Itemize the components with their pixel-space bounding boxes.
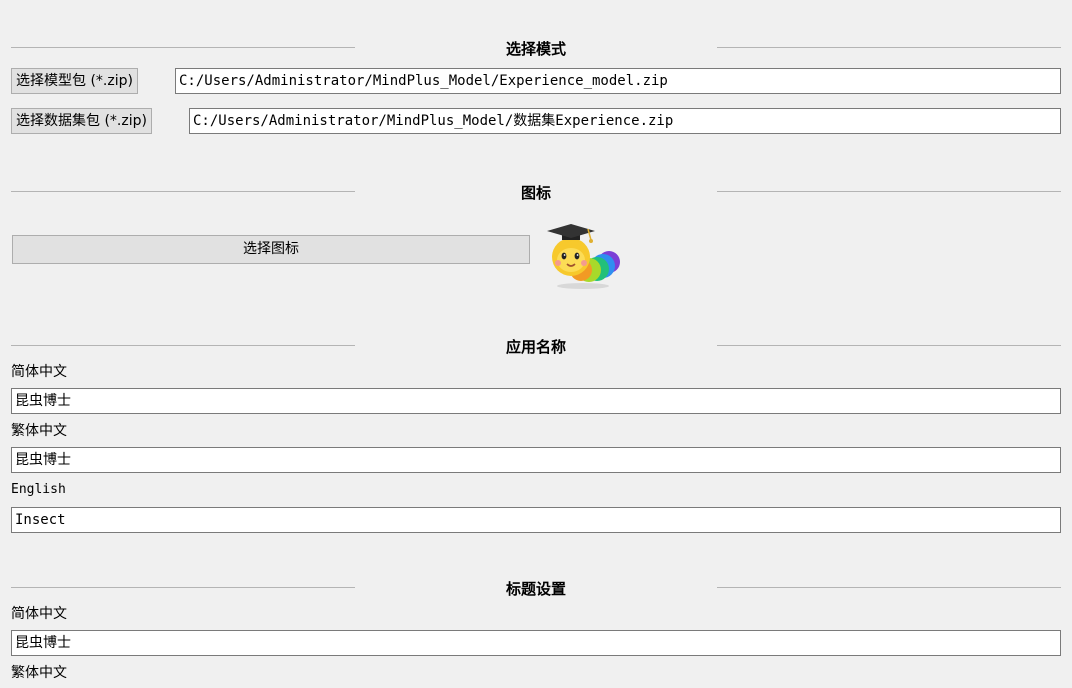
title-traditional-label: 繁体中文 xyxy=(11,665,67,681)
app-name-traditional-input[interactable]: 昆虫博士 xyxy=(11,447,1061,473)
select-model-button[interactable]: 选择模型包 (*.zip) xyxy=(11,68,138,94)
section-title-mode: 选择模式 xyxy=(505,40,566,58)
section-title-title-settings: 标题设置 xyxy=(505,580,566,598)
app-name-simplified-label: 简体中文 xyxy=(11,364,67,380)
app-name-english-input[interactable]: Insect xyxy=(11,507,1061,533)
app-name-traditional-label: 繁体中文 xyxy=(11,423,67,439)
app-name-english-label: English xyxy=(11,482,66,497)
select-dataset-button[interactable]: 选择数据集包 (*.zip) xyxy=(11,108,152,134)
title-simplified-input[interactable]: 昆虫博士 xyxy=(11,630,1061,656)
section-title-icon: 图标 xyxy=(520,184,551,202)
section-divider-right xyxy=(717,345,1061,346)
title-simplified-label: 简体中文 xyxy=(11,606,67,622)
section-divider-left xyxy=(11,191,355,192)
caterpillar-graduate-icon xyxy=(545,210,621,290)
section-title-app-name: 应用名称 xyxy=(505,338,566,356)
section-divider-right xyxy=(717,587,1061,588)
section-divider-right xyxy=(717,47,1061,48)
app-name-simplified-input[interactable]: 昆虫博士 xyxy=(11,388,1061,414)
section-divider-left xyxy=(11,345,355,346)
model-path-field[interactable]: C:/Users/Administrator/MindPlus_Model/Ex… xyxy=(175,68,1061,94)
section-divider-left xyxy=(11,47,355,48)
section-divider-left xyxy=(11,587,355,588)
select-icon-button[interactable]: 选择图标 xyxy=(12,235,530,264)
section-divider-right xyxy=(717,191,1061,192)
dataset-path-field[interactable]: C:/Users/Administrator/MindPlus_Model/数据… xyxy=(189,108,1061,134)
